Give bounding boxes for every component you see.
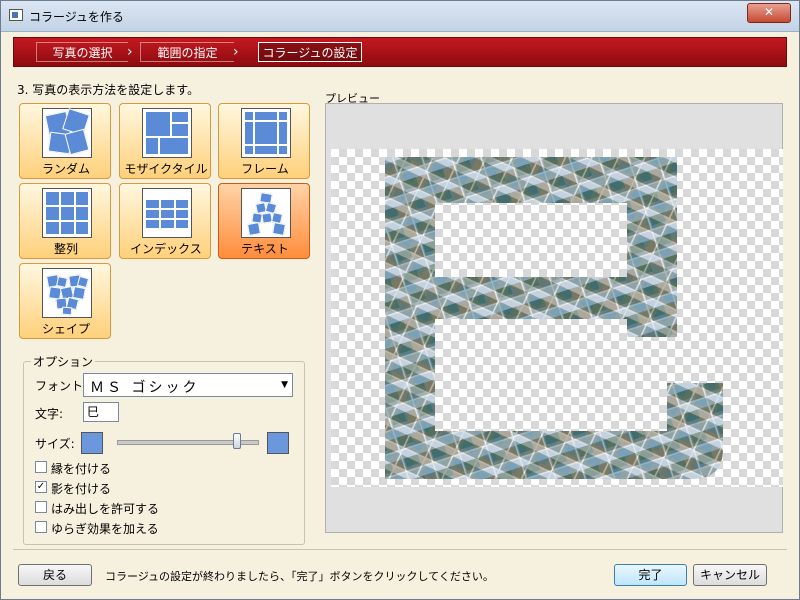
checkbox-label: ゆらぎ効果を加える [51, 522, 159, 536]
chevron-down-icon: ▼ [281, 380, 288, 390]
step-arrow-icon: › [127, 44, 133, 60]
collage-window: コラージュを作る ✕ 写真の選択 › 範囲の指定 › コラージュの設定 3. 写… [0, 0, 800, 600]
char-label: 文字: [35, 407, 64, 421]
text-shape-icon [241, 188, 291, 238]
checkbox-box[interactable]: ✓ [35, 481, 47, 493]
instruction-text: 3. 写真の表示方法を設定します。 [17, 83, 200, 97]
back-button[interactable]: 戻る [18, 564, 92, 586]
mode-text-button[interactable]: テキスト [218, 183, 310, 259]
mode-label: インデックス [130, 242, 202, 256]
checkbox-label: 影を付ける [51, 482, 112, 496]
size-slider-thumb[interactable] [233, 433, 241, 449]
mode-label: ランダム [41, 162, 90, 176]
footer-message: コラージュの設定が終わりましたら、「完了」ボタンをクリックしてください。 [105, 570, 494, 583]
finish-button[interactable]: 完了 [614, 564, 687, 586]
preview-canvas [331, 149, 783, 487]
footer-divider [13, 549, 787, 550]
window-title: コラージュを作る [29, 10, 124, 24]
step-bar: 写真の選択 › 範囲の指定 › コラージュの設定 [13, 37, 787, 67]
cancel-button[interactable]: キャンセル [693, 564, 767, 586]
index-icon [142, 188, 192, 238]
mode-label: シェイプ [41, 322, 90, 336]
heart-shape-icon [42, 268, 92, 318]
mode-grid-button[interactable]: 整列 [19, 183, 111, 259]
font-select[interactable]: ＭＳ ゴシック ▼ [83, 373, 293, 397]
collage-glyph [385, 157, 723, 479]
checkbox-label: 縁を付ける [51, 462, 112, 476]
mode-label: 整列 [53, 242, 78, 256]
mode-label: テキスト [241, 242, 289, 256]
step-collage-settings: コラージュの設定 [258, 42, 362, 62]
mode-random-button[interactable]: ランダム [19, 103, 111, 179]
mode-index-button[interactable]: インデックス [119, 183, 211, 259]
app-icon [9, 9, 23, 21]
close-button[interactable]: ✕ [747, 3, 791, 23]
size-large-icon [267, 432, 289, 454]
checkbox-label: はみ出しを許可する [51, 502, 160, 516]
title-bar[interactable]: コラージュを作る ✕ [1, 1, 799, 32]
font-select-value: ＭＳ ゴシック [90, 380, 200, 396]
step-specify-range: 範囲の指定 [140, 42, 234, 62]
mode-frame-button[interactable]: フレーム [218, 103, 310, 179]
step-select-photos: 写真の選択 [36, 42, 128, 62]
size-label: サイズ: [35, 437, 75, 451]
char-input[interactable]: 巳 [83, 402, 119, 422]
mode-label: モザイクタイル [124, 162, 208, 176]
font-label: フォント: [35, 379, 88, 393]
options-title: オプション [31, 353, 96, 370]
collage-text-preview [385, 157, 723, 479]
checkbox-box[interactable] [35, 521, 47, 533]
frame-icon [241, 108, 291, 158]
checkbox-box[interactable] [35, 461, 47, 473]
mosaic-tile-icon [142, 108, 192, 158]
step-arrow-icon: › [233, 44, 239, 60]
checkbox-box[interactable] [35, 501, 47, 513]
grid-icon [42, 188, 92, 238]
mode-label: フレーム [241, 162, 289, 176]
mode-shape-button[interactable]: シェイプ [19, 263, 111, 339]
random-icon [42, 108, 92, 158]
size-small-icon [81, 432, 103, 454]
mode-mosaic-tile-button[interactable]: モザイクタイル [119, 103, 211, 179]
